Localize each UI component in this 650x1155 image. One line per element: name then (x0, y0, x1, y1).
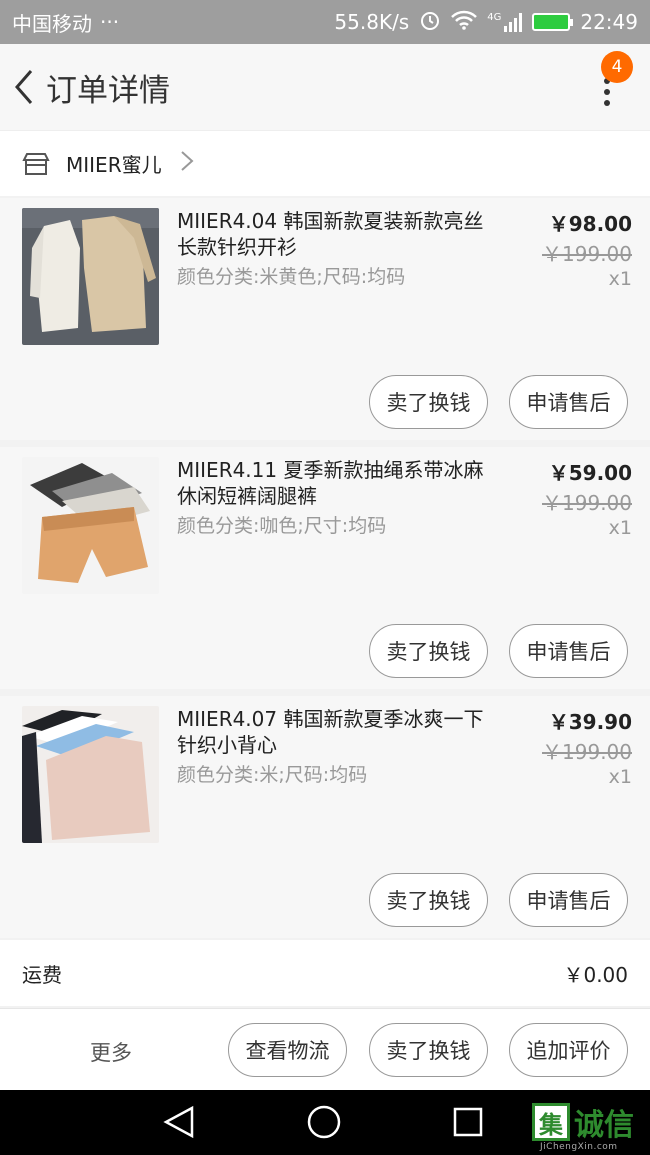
watermark-url: JiChengXin.com (540, 1142, 618, 1152)
quantity: x1 (608, 268, 632, 290)
more-link[interactable]: 更多 (90, 1037, 132, 1067)
product-price: ￥98.00 (548, 212, 632, 236)
watermark-logo-mark: 集 (532, 1103, 570, 1141)
freight-label: 运费 (22, 962, 62, 987)
freight-value: ￥0.00 (563, 962, 628, 987)
clock: 22:49 (580, 10, 638, 34)
bottom-action-bar: 更多 查看物流 卖了换钱 追加评价 (0, 1008, 650, 1090)
store-icon (22, 152, 50, 176)
order-item[interactable]: MIIER4.07 韩国新款夏季冰爽一下针织小背心 颜色分类:米;尺码:均码 ￥… (0, 696, 650, 938)
sell-button[interactable]: 卖了换钱 (369, 873, 488, 927)
sell-button[interactable]: 卖了换钱 (369, 375, 488, 429)
status-bar: 中国移动 ··· 55.8K/s 4G 22:49 (0, 0, 650, 44)
product-image[interactable] (22, 706, 159, 843)
nav-back-icon[interactable] (162, 1104, 196, 1144)
back-icon[interactable] (4, 44, 44, 130)
after-sale-button[interactable]: 申请售后 (509, 624, 628, 678)
message-badge: 4 (601, 51, 633, 83)
product-spec: 颜色分类:米;尺码:均码 (177, 764, 368, 786)
freight-row: 运费 ￥0.00 (0, 940, 650, 1006)
after-sale-button[interactable]: 申请售后 (509, 375, 628, 429)
nav-home-icon[interactable] (306, 1104, 342, 1144)
notification-dots: ··· (100, 10, 120, 34)
page-title: 订单详情 (46, 72, 170, 109)
system-nav-bar: 集 诚信 JiChengXin.com (0, 1090, 650, 1155)
quantity: x1 (608, 517, 632, 539)
product-name[interactable]: MIIER4.07 韩国新款夏季冰爽一下针织小背心 (177, 706, 502, 758)
after-sale-button[interactable]: 申请售后 (509, 873, 628, 927)
watermark-logo: 集 诚信 (532, 1100, 634, 1144)
shop-row[interactable]: MIIER蜜儿 (0, 130, 650, 196)
wifi-icon (451, 10, 478, 35)
cellular-signal-icon: 4G (487, 12, 523, 32)
network-speed: 55.8K/s (334, 10, 410, 34)
quantity: x1 (608, 766, 632, 788)
product-image[interactable] (22, 208, 159, 345)
sell-button[interactable]: 卖了换钱 (369, 1023, 488, 1077)
header: 订单详情 (0, 44, 650, 130)
shop-name: MIIER蜜儿 (66, 153, 162, 177)
watermark-text: 诚信 (574, 1108, 634, 1143)
order-item[interactable]: MIIER4.11 夏季新款抽绳系带冰麻休闲短裤阔腿裤 颜色分类:咖色;尺寸:均… (0, 447, 650, 689)
product-name[interactable]: MIIER4.11 夏季新款抽绳系带冰麻休闲短裤阔腿裤 (177, 457, 502, 509)
product-name[interactable]: MIIER4.04 韩国新款夏装新款亮丝长款针织开衫 (177, 208, 502, 260)
original-price: ￥199.00 (542, 242, 632, 266)
alarm-icon (419, 9, 441, 36)
original-price: ￥199.00 (542, 491, 632, 515)
battery-icon (532, 13, 574, 31)
product-spec: 颜色分类:米黄色;尺码:均码 (177, 266, 406, 288)
product-image[interactable] (22, 457, 159, 594)
order-item[interactable]: MIIER4.04 韩国新款夏装新款亮丝长款针织开衫 颜色分类:米黄色;尺码:均… (0, 198, 650, 440)
product-price: ￥39.90 (548, 710, 632, 734)
carrier-label: 中国移动 (12, 11, 92, 36)
original-price: ￥199.00 (542, 740, 632, 764)
network-type: 4G (487, 12, 502, 23)
sell-button[interactable]: 卖了换钱 (369, 624, 488, 678)
view-logistics-button[interactable]: 查看物流 (228, 1023, 347, 1077)
chevron-right-icon (180, 150, 194, 178)
product-price: ￥59.00 (548, 461, 632, 485)
product-spec: 颜色分类:咖色;尺寸:均码 (177, 515, 387, 537)
nav-recent-apps-icon[interactable] (452, 1106, 484, 1142)
add-review-button[interactable]: 追加评价 (509, 1023, 628, 1077)
